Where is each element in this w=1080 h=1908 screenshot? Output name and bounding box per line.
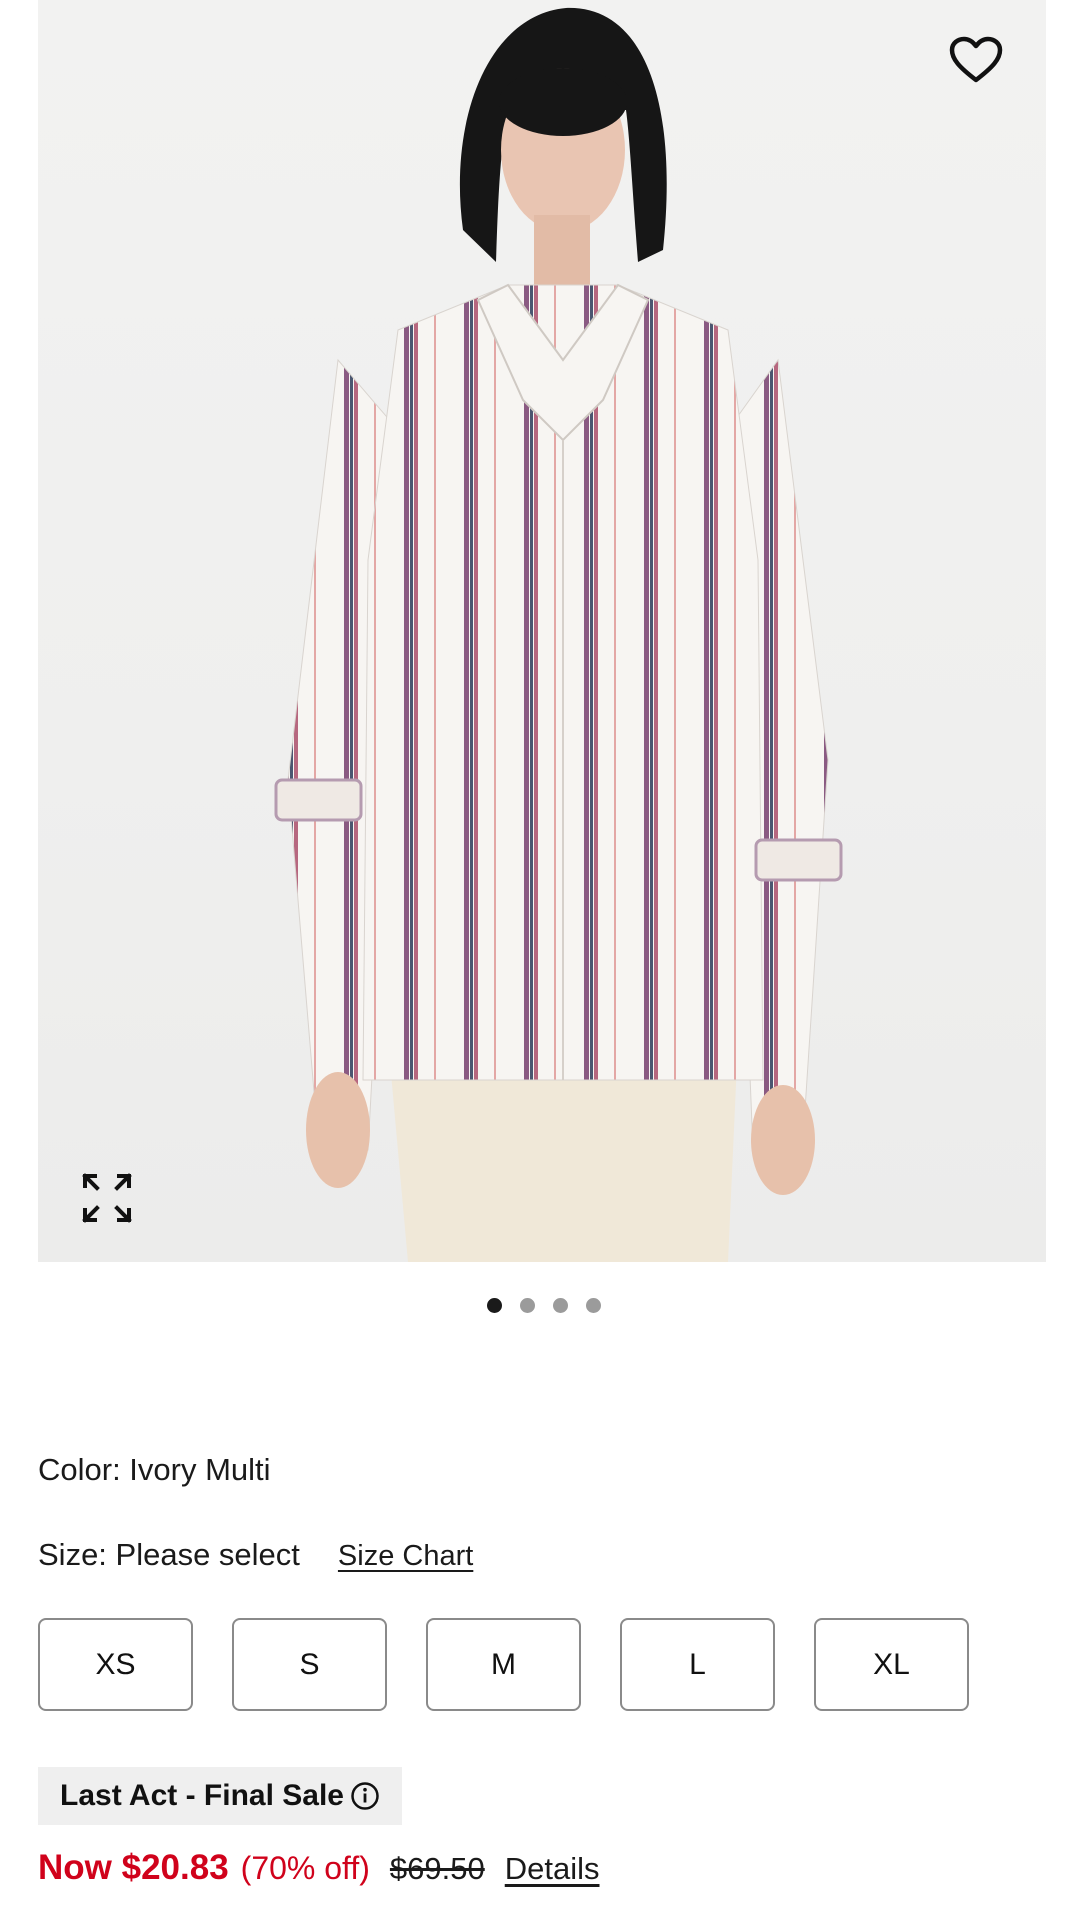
carousel-dot[interactable] (487, 1298, 502, 1313)
heart-outline-icon (949, 36, 1003, 83)
size-options: XS S M L XL (38, 1618, 969, 1711)
carousel-dot[interactable] (520, 1298, 535, 1313)
favorite-button[interactable] (946, 32, 1006, 88)
sale-price: Now $20.83 (38, 1848, 229, 1887)
info-circle-icon[interactable] (350, 1781, 380, 1811)
size-option-xl[interactable]: XL (814, 1618, 969, 1711)
size-label: Size: Please select (38, 1537, 300, 1572)
carousel-dot[interactable] (586, 1298, 601, 1313)
size-option-l[interactable]: L (620, 1618, 775, 1711)
expand-image-button[interactable] (74, 1165, 140, 1231)
carousel-dot[interactable] (553, 1298, 568, 1313)
product-photo (274, 7, 843, 1262)
expand-arrows-icon (82, 1173, 132, 1223)
final-sale-badge: Last Act - Final Sale (38, 1767, 402, 1825)
color-label: Color: Ivory Multi (38, 1452, 271, 1487)
image-carousel-dots (0, 1298, 1080, 1313)
product-image[interactable] (38, 0, 1046, 1262)
size-option-s[interactable]: S (232, 1618, 387, 1711)
size-option-m[interactable]: M (426, 1618, 581, 1711)
size-option-xs[interactable]: XS (38, 1618, 193, 1711)
original-price: $69.50 (389, 1851, 485, 1886)
size-header: Size: Please select Size Chart (38, 1537, 473, 1573)
price-row: Now $20.83 (70% off) $69.50 Details (38, 1848, 600, 1888)
badge-text: Last Act - Final Sale (60, 1779, 344, 1812)
size-chart-link[interactable]: Size Chart (338, 1540, 473, 1573)
details-link[interactable]: Details (505, 1851, 600, 1887)
percent-off: (70% off) (240, 1850, 370, 1886)
